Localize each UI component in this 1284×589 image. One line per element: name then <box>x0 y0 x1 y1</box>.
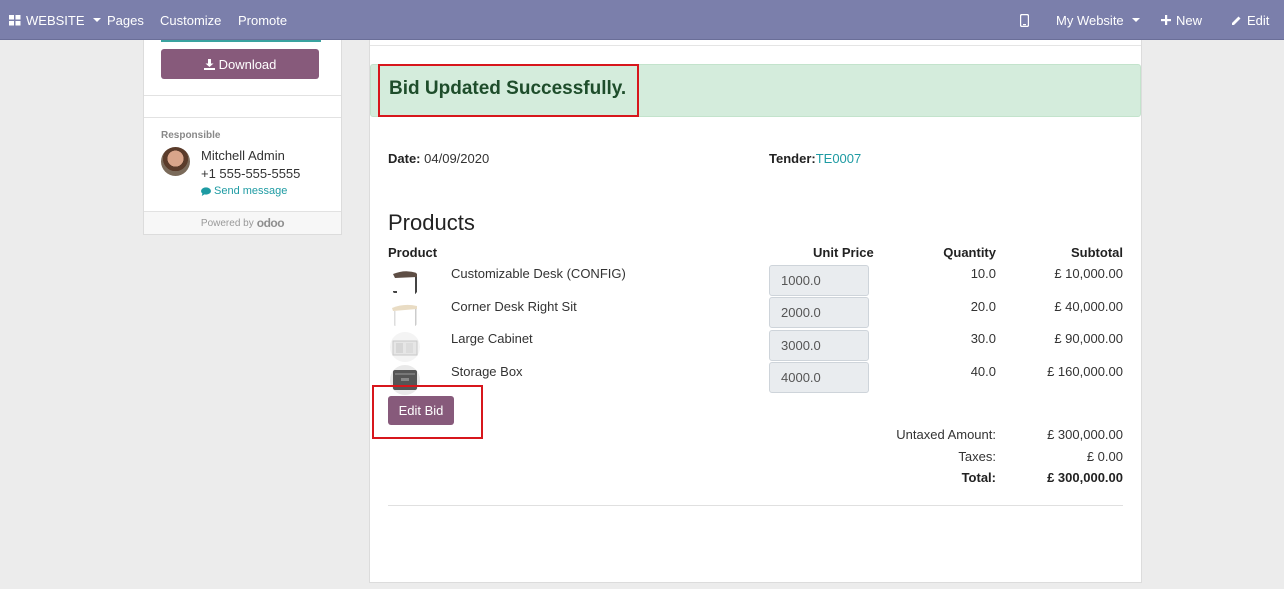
promote-menu[interactable]: Promote <box>238 0 287 40</box>
column-header-quantity: Quantity <box>943 245 996 260</box>
send-message-link[interactable]: Send message <box>201 185 287 197</box>
responsible-phone: +1 555-555-5555 <box>201 166 301 181</box>
website-top-bar: WEBSITE Pages Customize Promote My Websi… <box>0 0 1284 40</box>
unit-price-input[interactable]: 3000.0 <box>769 330 869 361</box>
plus-icon <box>1161 15 1171 25</box>
edit-label: Edit <box>1247 12 1270 28</box>
responsible-name: Mitchell Admin <box>201 148 285 163</box>
cabinet-image <box>390 332 420 362</box>
date-value: 04/09/2020 <box>424 151 490 166</box>
edit-button[interactable]: Edit <box>1231 0 1269 40</box>
sidebar-accent-line <box>161 40 321 42</box>
products-heading: Products <box>388 210 475 235</box>
powered-by-footer: Powered by odoo <box>144 211 341 234</box>
comment-icon <box>201 186 211 196</box>
send-message-label: Send message <box>214 185 288 197</box>
subtotal-value: £ 40,000.00 <box>1054 299 1123 314</box>
download-button[interactable]: Download <box>161 49 319 79</box>
edit-bid-highlight-box <box>372 385 483 439</box>
date-label: Date: <box>388 151 421 166</box>
responsible-label: Responsible <box>161 130 221 141</box>
taxes-value: £ 0.00 <box>1086 449 1123 464</box>
divider <box>144 95 341 96</box>
quantity-value: 20.0 <box>970 299 996 314</box>
website-label: WEBSITE <box>26 12 85 28</box>
alert-highlight-box <box>378 64 639 117</box>
pages-menu[interactable]: Pages <box>107 0 144 40</box>
total-label: Total: <box>961 470 996 485</box>
product-name: Customizable Desk (CONFIG) <box>451 266 626 281</box>
sidebar-card: Download Responsible Mitchell Admin +1 5… <box>143 40 342 235</box>
product-name: Corner Desk Right Sit <box>451 299 577 314</box>
my-website-label: My Website <box>1056 12 1124 28</box>
divider <box>388 505 1123 506</box>
apps-grid-icon <box>9 14 21 25</box>
column-header-unit-price: Unit Price <box>813 245 874 260</box>
product-name: Storage Box <box>451 364 523 379</box>
mobile-preview-button[interactable] <box>1020 0 1029 40</box>
divider <box>370 45 1141 46</box>
tender-link[interactable]: TE0007 <box>816 151 862 166</box>
column-header-product: Product <box>388 245 438 260</box>
untaxed-amount-label: Untaxed Amount: <box>896 427 996 442</box>
odoo-logo[interactable]: odoo <box>257 216 285 230</box>
new-button[interactable]: New <box>1161 0 1202 40</box>
unit-price-input[interactable]: 2000.0 <box>769 297 869 328</box>
divider <box>144 117 341 118</box>
my-website-switcher[interactable]: My Website <box>1056 0 1140 40</box>
tender-label: Tender: <box>769 151 816 166</box>
new-label: New <box>1176 12 1203 28</box>
powered-by-label: Powered by <box>200 217 254 229</box>
product-name: Large Cabinet <box>451 331 533 346</box>
customize-menu[interactable]: Customize <box>160 0 221 40</box>
total-value: £ 300,000.00 <box>1047 470 1123 485</box>
download-icon <box>203 58 215 70</box>
avatar <box>161 147 190 176</box>
bid-detail-panel: Bid Updated Successfully. Date: 04/09/20… <box>369 40 1142 583</box>
subtotal-value: £ 10,000.00 <box>1054 266 1123 281</box>
mobile-phone-icon <box>1020 13 1029 27</box>
unit-price-input[interactable]: 1000.0 <box>769 265 869 296</box>
pencil-icon <box>1232 16 1241 25</box>
website-apps-menu[interactable]: WEBSITE <box>9 0 101 40</box>
tender-field: Tender:TE0007 <box>769 151 861 166</box>
desk-image <box>390 268 420 298</box>
chevron-down-icon <box>92 18 101 22</box>
subtotal-value: £ 160,000.00 <box>1047 364 1123 379</box>
quantity-value: 10.0 <box>970 266 996 281</box>
download-label: Download <box>218 56 277 72</box>
chevron-down-icon <box>1131 18 1140 22</box>
subtotal-value: £ 90,000.00 <box>1054 331 1123 346</box>
date-field: Date: 04/09/2020 <box>388 151 489 166</box>
corner-desk-image <box>390 300 420 330</box>
quantity-value: 40.0 <box>970 364 996 379</box>
quantity-value: 30.0 <box>970 331 996 346</box>
untaxed-amount-value: £ 300,000.00 <box>1047 427 1123 442</box>
taxes-label: Taxes: <box>958 449 996 464</box>
column-header-subtotal: Subtotal <box>1071 245 1123 260</box>
unit-price-input[interactable]: 4000.0 <box>769 362 869 393</box>
